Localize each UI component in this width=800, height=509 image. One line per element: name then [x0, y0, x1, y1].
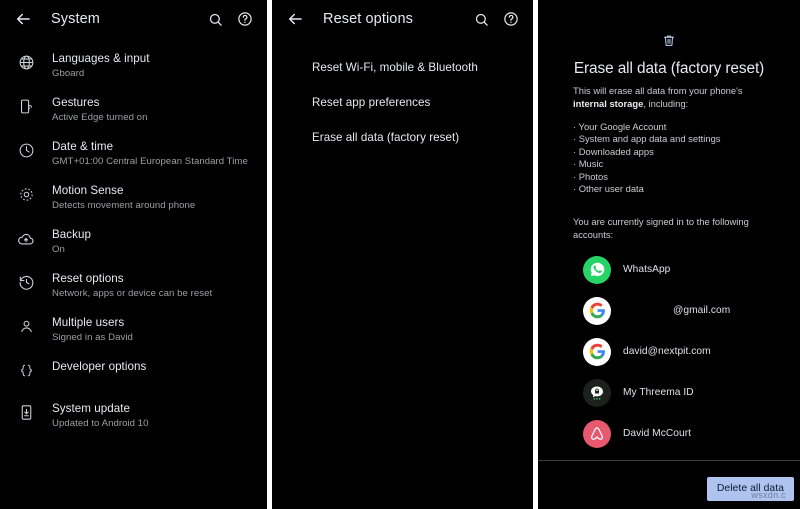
reset-appbar: Reset options	[272, 0, 533, 38]
settings-row-subtitle: Detects movement around phone	[52, 200, 196, 211]
reset-item-erase-all-data[interactable]: Erase all data (factory reset)	[272, 120, 533, 155]
erase-bullet-list: · Your Google Account · System and app d…	[538, 110, 800, 195]
erase-bullet: · System and app data and settings	[573, 133, 721, 145]
erase-description-line2: , including:	[643, 98, 689, 109]
erase-bullet: · Your Google Account	[573, 121, 667, 132]
account-row-airbnb: David McCourt	[538, 413, 800, 454]
account-name: david@nextpit.com	[623, 346, 711, 358]
settings-row-subtitle: Updated to Android 10	[52, 418, 149, 429]
settings-row-subtitle: GMT+01:00 Central European Standard Time	[52, 156, 248, 167]
settings-row-title: Languages & input	[52, 52, 150, 65]
settings-row-system-update[interactable]: System update Updated to Android 10	[0, 394, 267, 438]
screenshot-root: System Languages & input Gboard Gestures…	[0, 0, 800, 509]
settings-row-title: Reset options	[52, 272, 124, 285]
signed-in-note: You are currently signed in to the follo…	[573, 216, 749, 241]
settings-row-title: Multiple users	[52, 316, 125, 329]
page-title: Reset options	[323, 11, 413, 27]
motion-sense-icon	[0, 183, 52, 203]
settings-row-title: Gestures	[52, 96, 100, 109]
google-icon	[583, 337, 611, 366]
search-icon[interactable]	[203, 7, 227, 31]
trash-icon	[538, 0, 800, 48]
system-update-icon	[0, 401, 52, 421]
gesture-icon	[0, 95, 52, 115]
delete-all-data-button[interactable]: Delete all data	[706, 477, 794, 501]
settings-row-developer-options[interactable]: Developer options	[0, 352, 267, 394]
settings-row-title: Date & time	[52, 140, 114, 153]
settings-row-date-time[interactable]: Date & time GMT+01:00 Central European S…	[0, 132, 267, 176]
settings-row-multiple-users[interactable]: Multiple users Signed in as David	[0, 308, 267, 352]
account-name: WhatsApp	[623, 264, 671, 276]
accounts-list: WhatsApp @gmail.com david@nextpit.com My…	[538, 241, 800, 454]
reset-item-network[interactable]: Reset Wi-Fi, mobile & Bluetooth	[272, 50, 533, 85]
back-arrow-icon[interactable]	[10, 6, 36, 32]
erase-description: This will erase all data from your phone…	[538, 78, 800, 110]
settings-row-subtitle: Network, apps or device can be reset	[52, 288, 213, 299]
settings-row-title: Developer options	[52, 360, 147, 373]
system-appbar: System	[0, 0, 267, 38]
settings-row-title: Motion Sense	[52, 184, 124, 197]
erase-bullet: · Downloaded apps	[573, 145, 654, 157]
settings-row-backup[interactable]: Backup On	[0, 220, 267, 264]
globe-icon	[0, 51, 52, 71]
account-row-threema: My Threema ID	[538, 372, 800, 413]
footer-divider	[538, 460, 800, 462]
help-icon[interactable]	[499, 7, 523, 31]
account-row-google-nextpit: david@nextpit.com	[538, 331, 800, 372]
erase-description-line1: This will erase all data from your phone…	[573, 85, 743, 96]
cloud-upload-icon	[0, 227, 52, 248]
threema-icon	[583, 378, 611, 407]
erase-description-bold: internal storage	[573, 98, 644, 109]
settings-row-subtitle: Signed in as David	[52, 332, 133, 343]
settings-row-languages[interactable]: Languages & input Gboard	[0, 44, 267, 88]
account-row-whatsapp: WhatsApp	[538, 249, 800, 290]
panel-reset-options: Reset options Reset Wi-Fi, mobile & Blue…	[272, 0, 533, 509]
system-settings-list: Languages & input Gboard Gestures Active…	[0, 38, 267, 438]
history-icon	[0, 271, 52, 291]
settings-row-title: Backup	[52, 228, 91, 241]
erase-bullet: · Photos	[573, 170, 608, 182]
account-name: @gmail.com	[673, 305, 731, 317]
help-icon[interactable]	[233, 7, 257, 31]
braces-icon	[0, 359, 52, 379]
page-title: System	[51, 11, 100, 27]
account-row-gmail: @gmail.com	[538, 290, 800, 331]
airbnb-icon	[583, 419, 611, 448]
settings-row-gestures[interactable]: Gestures Active Edge turned on	[0, 88, 267, 132]
erase-title: Erase all data (factory reset)	[573, 60, 765, 77]
erase-bullet: · Music	[573, 158, 604, 170]
person-icon	[0, 315, 52, 335]
reset-item-app-preferences[interactable]: Reset app preferences	[272, 85, 533, 120]
account-name: David McCourt	[623, 428, 692, 440]
settings-row-reset-options[interactable]: Reset options Network, apps or device ca…	[0, 264, 267, 308]
panel-system-settings: System Languages & input Gboard Gestures…	[0, 0, 267, 509]
reset-options-list: Reset Wi-Fi, mobile & Bluetooth Reset ap…	[272, 38, 533, 155]
whatsapp-icon	[583, 255, 611, 284]
settings-row-title: System update	[52, 402, 130, 415]
settings-row-subtitle: On	[52, 244, 65, 255]
google-icon	[583, 296, 611, 325]
clock-icon	[0, 139, 52, 159]
settings-row-motion-sense[interactable]: Motion Sense Detects movement around pho…	[0, 176, 267, 220]
back-arrow-icon[interactable]	[282, 6, 308, 32]
erase-footer: Delete all data wsxdn.c	[706, 477, 794, 501]
settings-row-subtitle: Gboard	[52, 68, 85, 79]
settings-row-subtitle: Active Edge turned on	[52, 112, 148, 123]
erase-bullet: · Other user data	[573, 183, 644, 195]
search-icon[interactable]	[469, 7, 493, 31]
account-name: My Threema ID	[623, 387, 694, 399]
panel-erase-all-data: Erase all data (factory reset) This will…	[538, 0, 800, 509]
